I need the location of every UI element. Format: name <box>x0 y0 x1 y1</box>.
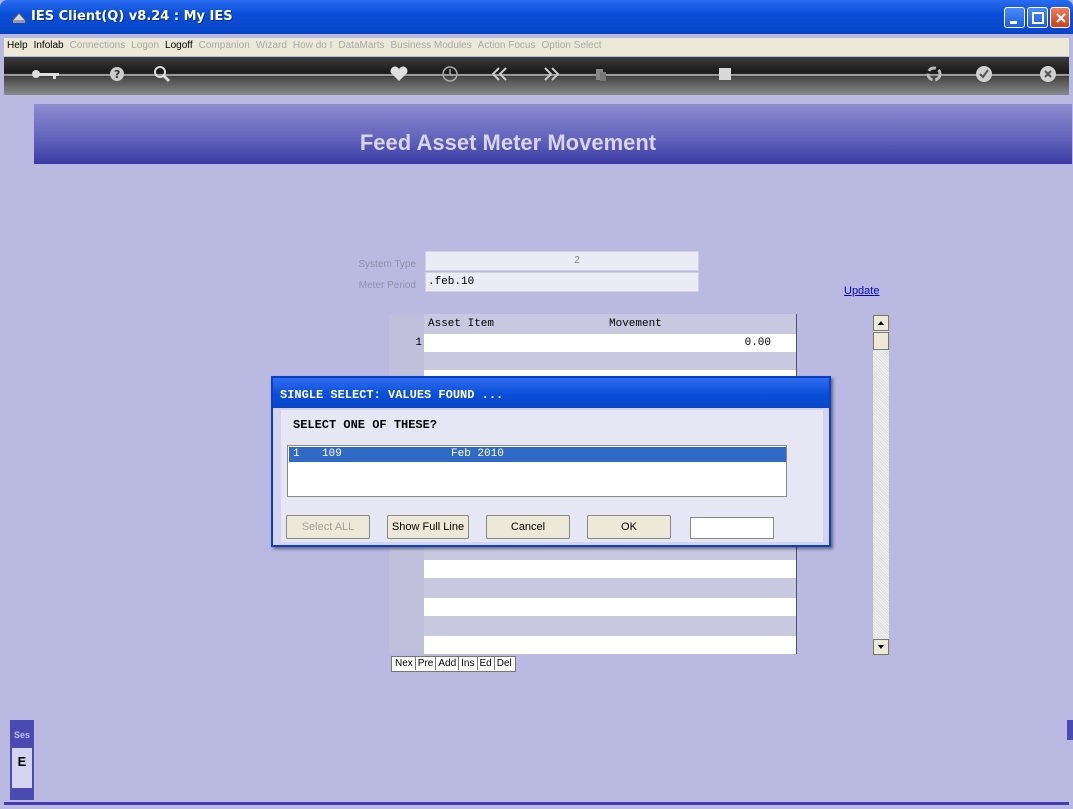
menu-logoff[interactable]: Logoff <box>162 38 196 51</box>
maximize-icon <box>1032 12 1044 24</box>
check-icon[interactable] <box>972 63 996 85</box>
list-item-desc: Feb 2010 <box>451 448 504 460</box>
menu-connections: Connections <box>69 40 126 51</box>
column-header-asset-item: Asset Item <box>428 318 495 330</box>
movement-cell[interactable]: 0.00 <box>745 337 771 349</box>
minimize-icon <box>1010 21 1017 24</box>
table-row-empty[interactable] <box>424 560 797 578</box>
menu-option-select: Option Select <box>541 40 602 51</box>
delete-button[interactable]: Del <box>495 657 514 670</box>
menu-datamarts: DataMarts <box>338 40 385 51</box>
dialog-prompt: SELECT ONE OF THESE? <box>293 418 438 432</box>
values-list[interactable]: 1 109 Feb 2010 <box>287 445 787 497</box>
menu-wizard: Wizard <box>255 40 287 51</box>
column-header-movement: Movement <box>609 318 662 330</box>
list-item-index: 1 <box>293 448 300 460</box>
recycle-icon[interactable] <box>922 63 946 85</box>
table-row[interactable]: 0.00 <box>424 334 797 352</box>
toolbar: ? <box>4 57 1069 95</box>
scroll-thumb[interactable] <box>873 332 889 350</box>
menu-business-modules: Business Modules <box>390 40 472 51</box>
meter-period-label: Meter Period <box>358 280 416 291</box>
update-link[interactable]: Update <box>844 285 879 297</box>
add-button[interactable]: Add <box>436 657 460 670</box>
window-title: IES Client(Q) v8.24 : My IES <box>31 9 233 24</box>
scroll-up-button[interactable] <box>873 315 889 331</box>
right-edge-tab <box>1067 720 1073 740</box>
insert-button[interactable]: Ins <box>459 657 478 670</box>
search-icon[interactable] <box>150 63 174 85</box>
key-icon[interactable] <box>28 63 64 85</box>
svg-text:?: ? <box>114 68 120 81</box>
arrow-down-icon <box>878 645 884 649</box>
dialog-body: SELECT ONE OF THESE? 1 109 Feb 2010 Sele… <box>281 410 823 542</box>
minimize-button[interactable] <box>1004 7 1025 28</box>
meter-period-field[interactable]: .feb.10 <box>425 272 699 292</box>
menu-bar: Help Infolab Connections Logon Logoff Compani… <box>4 38 1069 56</box>
menu-infolab[interactable]: Infolab <box>31 38 67 51</box>
stop-icon[interactable] <box>713 63 737 85</box>
forward-icon[interactable] <box>539 63 563 85</box>
clock-icon[interactable] <box>438 63 462 85</box>
list-item-code: 109 <box>322 448 342 460</box>
scroll-down-button[interactable] <box>873 639 889 655</box>
heart-icon[interactable] <box>387 63 411 85</box>
previous-button[interactable]: Pre <box>416 657 437 670</box>
arrow-up-icon <box>878 321 884 325</box>
cancel-button[interactable]: Cancel <box>486 515 570 539</box>
next-button[interactable]: Nex <box>393 657 416 670</box>
menu-logon: Logon <box>131 40 160 51</box>
menu-how-do-i: How do I <box>292 40 333 51</box>
select-all-button: Select ALL <box>286 515 370 539</box>
menu-action-focus: Action Focus <box>477 40 536 51</box>
help-icon[interactable]: ? <box>105 63 129 85</box>
page-title: Feed Asset Meter Movement <box>359 130 657 155</box>
session-side-tab[interactable]: Ses E <box>10 720 34 800</box>
dialog-title: SINGLE SELECT: VALUES FOUND ... <box>273 378 829 408</box>
copy-icon[interactable] <box>589 63 613 85</box>
back-icon[interactable] <box>488 63 512 85</box>
show-full-line-button[interactable]: Show Full Line <box>387 515 469 539</box>
maximize-button[interactable] <box>1027 7 1048 28</box>
close-icon <box>1056 13 1066 23</box>
menu-help[interactable]: Help <box>4 38 31 51</box>
vertical-scrollbar[interactable] <box>872 314 890 656</box>
grid-nav-bar: Nex Pre Add Ins Ed Del <box>391 656 516 672</box>
side-tab-label: Ses <box>14 730 31 740</box>
single-select-dialog: SINGLE SELECT: VALUES FOUND ... SELECT O… <box>271 376 831 547</box>
selection-input[interactable] <box>690 517 774 539</box>
menu-companion: Companion <box>198 40 250 51</box>
app-icon <box>11 12 27 23</box>
table-row-empty[interactable] <box>424 636 797 654</box>
close-form-icon[interactable] <box>1036 63 1060 85</box>
ok-button[interactable]: OK <box>587 515 671 539</box>
row-number: 1 <box>415 337 422 349</box>
edit-button[interactable]: Ed <box>478 657 495 670</box>
system-type-label: System Type <box>358 259 416 270</box>
side-tab-box: E <box>12 748 32 788</box>
page-header: Feed Asset Meter Movement <box>34 104 1072 164</box>
table-row-empty[interactable] <box>424 598 797 616</box>
system-type-field[interactable]: 2 <box>425 251 699 271</box>
list-item[interactable]: 1 109 Feb 2010 <box>289 447 786 462</box>
close-window-button[interactable] <box>1050 7 1070 28</box>
bottom-border <box>4 802 1069 805</box>
window-title-bar: IES Client(Q) v8.24 : My IES <box>0 0 1073 34</box>
